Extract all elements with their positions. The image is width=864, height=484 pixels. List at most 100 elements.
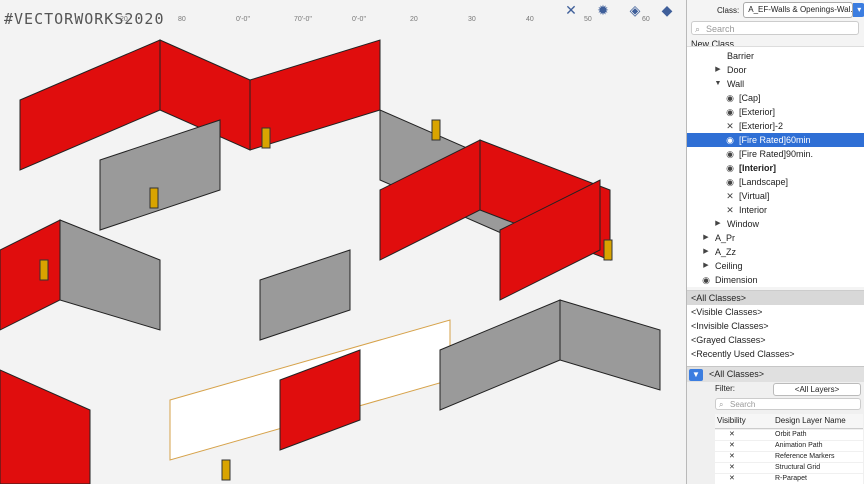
visible-eye-icon[interactable]: ◉ (725, 105, 735, 119)
layer-visibility-x-icon[interactable]: ✕ (729, 463, 735, 473)
class-tree-item[interactable]: ✕ [Virtual] (687, 189, 864, 203)
class-search-input[interactable]: ⌕ Search (691, 21, 859, 35)
layer-visibility-x-icon[interactable]: ✕ (729, 430, 735, 440)
active-class-select[interactable]: A_EF-Walls & Openings-Wal... (743, 2, 854, 18)
navigation-palette: Class: A_EF-Walls & Openings-Wal... ▾ ⌕ … (686, 0, 864, 484)
class-filter-item[interactable]: <Recently Used Classes> (687, 347, 864, 361)
invisible-x-icon[interactable]: ✕ (725, 203, 735, 217)
class-tree-item[interactable]: ✕ Interior (687, 203, 864, 217)
ruler-tick-label: 40 (526, 16, 534, 23)
layer-name: Reference Markers (775, 453, 835, 460)
disclosure-expanded-icon[interactable]: ▼ (713, 77, 723, 91)
ruler-tick-label: 80 (178, 16, 186, 23)
view-mode-icon[interactable]: ◆ (656, 2, 678, 19)
layer-row[interactable]: ✕ Reference Markers (715, 452, 863, 462)
view-toolbar: ✕ ✹ ◈ ◆ (560, 2, 678, 19)
chevron-down-icon[interactable]: ▾ (853, 3, 864, 17)
class-tree-item-label: [Exterior] (739, 107, 776, 117)
render-mode-icon[interactable]: ◈ (624, 2, 646, 19)
class-filter-item[interactable]: <Grayed Classes> (687, 333, 864, 347)
visible-eye-icon[interactable]: ◉ (701, 273, 711, 287)
class-tree-item[interactable]: ◉ [Fire Rated]60min (687, 133, 864, 147)
class-tree-item[interactable]: ▶ Ceiling (687, 259, 864, 273)
layer-name: R-Parapet (775, 475, 807, 482)
disclosure-collapsed-icon[interactable]: ▶ (701, 231, 711, 245)
class-tree-item-label: Dimension (715, 275, 758, 285)
class-tree-item-label: Barrier (727, 51, 755, 61)
class-tree: Barrier ▶ Door ▼ Wall ◉ [Cap] ◉ [Exterior] ✕ [Exte… (687, 46, 864, 287)
watermark-text: #VECTORWORKS2020 (4, 10, 165, 28)
layer-visibility-x-icon[interactable]: ✕ (729, 452, 735, 462)
active-class-row: Class: A_EF-Walls & Openings-Wal... ▾ (687, 0, 864, 20)
snap-icon[interactable]: ✕ (560, 2, 582, 19)
class-label: Class: (717, 5, 740, 15)
class-filter-list: <All Classes> <Visible Classes> <Invisible… (687, 290, 864, 367)
class-tree-item[interactable]: ▼ Wall (687, 77, 864, 91)
layer-visibility-x-icon[interactable]: ✕ (729, 441, 735, 451)
invisible-x-icon[interactable]: ✕ (725, 119, 735, 133)
class-tree-item-label: A_Pr (715, 233, 736, 243)
class-tree-item[interactable]: ◉ [Interior] (687, 161, 864, 175)
layer-row[interactable]: ✕ Animation Path (715, 441, 863, 451)
door[interactable] (603, 239, 613, 261)
layer-visibility-x-icon[interactable]: ✕ (729, 474, 735, 484)
layer-row[interactable]: ✕ R-Parapet (715, 474, 863, 484)
isometric-building-model[interactable] (0, 0, 686, 484)
disclosure-collapsed-icon[interactable]: ▶ (701, 245, 711, 259)
class-tree-item-label: [Virtual] (739, 191, 770, 201)
visible-eye-icon[interactable]: ◉ (725, 147, 735, 161)
ruler-tick-label: 0'-0" (352, 16, 366, 23)
layer-search-input[interactable]: ⌕ Search (715, 398, 861, 410)
drawing-viewport[interactable]: 20 80 0'-0" 70'-0" 0'-0" 20 30 40 50 60 #VECTORWO… (0, 0, 686, 484)
class-tree-item[interactable]: ▶ A_Zz (687, 245, 864, 259)
door[interactable] (149, 187, 159, 209)
layer-row[interactable]: ✕ Orbit Path (715, 430, 863, 440)
class-tree-item-label: [Fire Rated]90min. (739, 149, 814, 159)
class-tree-item[interactable]: ◉ [Fire Rated]90min. (687, 147, 864, 161)
class-filter-item[interactable]: <Invisible Classes> (687, 319, 864, 333)
class-tree-item[interactable]: ◉ [Landscape] (687, 175, 864, 189)
class-tree-item-label: Wall (727, 79, 745, 89)
visible-eye-icon[interactable]: ◉ (725, 175, 735, 189)
class-filter-item[interactable]: <Visible Classes> (687, 305, 864, 319)
layer-filter-select[interactable]: <All Layers> (773, 383, 861, 396)
layer-name: Orbit Path (775, 431, 807, 438)
class-tree-item[interactable]: Barrier (687, 49, 864, 63)
disclosure-collapsed-icon[interactable]: ▶ (713, 217, 723, 231)
class-tree-item-label: [Fire Rated]60min (739, 135, 811, 145)
layer-table-header: Visibility Design Layer Name (715, 414, 863, 429)
class-tree-item-label: [Exterior]-2 (739, 121, 784, 131)
class-tree-item-label: Window (727, 219, 760, 229)
class-tree-item-label: [Cap] (739, 93, 761, 103)
class-tree-item[interactable]: ◉ Dimension (687, 273, 864, 287)
class-tree-item-label: Door (727, 65, 747, 75)
class-filter-item[interactable]: <All Classes> (687, 291, 864, 305)
door[interactable] (431, 119, 441, 141)
visible-eye-icon[interactable]: ◉ (725, 91, 735, 105)
door[interactable] (39, 259, 49, 281)
class-tree-item-label: [Landscape] (739, 177, 789, 187)
filter-icon[interactable]: ▼ (689, 369, 703, 381)
disclosure-collapsed-icon[interactable]: ▶ (713, 63, 723, 77)
layer-row[interactable]: ✕ Structural Grid (715, 463, 863, 473)
class-tree-item-label: Ceiling (715, 261, 743, 271)
active-filter-label: <All Classes> (709, 369, 765, 379)
class-tree-item[interactable]: ▶ Door (687, 63, 864, 77)
class-tree-item[interactable]: ▶ A_Pr (687, 231, 864, 245)
ruler-tick-label: 30 (468, 16, 476, 23)
settings-gear-icon[interactable]: ✹ (592, 2, 614, 19)
layer-name: Structural Grid (775, 464, 821, 471)
class-tree-item[interactable]: ◉ [Exterior] (687, 105, 864, 119)
layer-filter-label: Filter: (715, 384, 735, 393)
class-tree-item[interactable]: ◉ [Cap] (687, 91, 864, 105)
visibility-column-header[interactable]: Visibility (717, 416, 746, 425)
visible-eye-icon[interactable]: ◉ (725, 161, 735, 175)
invisible-x-icon[interactable]: ✕ (725, 189, 735, 203)
visible-eye-icon[interactable]: ◉ (725, 133, 735, 147)
door[interactable] (261, 127, 271, 149)
disclosure-collapsed-icon[interactable]: ▶ (701, 259, 711, 273)
class-tree-item[interactable]: ▶ Window (687, 217, 864, 231)
design-layer-name-header[interactable]: Design Layer Name (775, 416, 846, 425)
class-tree-item[interactable]: ✕ [Exterior]-2 (687, 119, 864, 133)
door[interactable] (221, 459, 231, 481)
